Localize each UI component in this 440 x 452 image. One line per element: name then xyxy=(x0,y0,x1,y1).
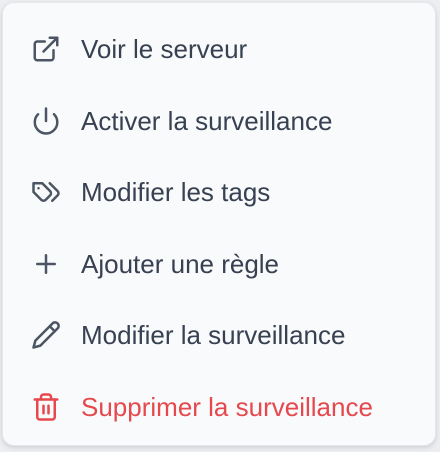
menu-item-add-rule[interactable]: Ajouter une règle xyxy=(3,228,435,300)
menu-item-label: Modifier la surveillance xyxy=(81,320,346,350)
menu-item-label: Voir le serveur xyxy=(81,34,248,64)
menu-item-edit-tags[interactable]: Modifier les tags xyxy=(3,156,435,228)
external-link-icon xyxy=(29,32,63,66)
menu-item-edit-monitoring[interactable]: Modifier la surveillance xyxy=(3,299,435,371)
menu-item-label: Modifier les tags xyxy=(81,177,271,207)
pencil-icon xyxy=(29,318,63,352)
menu-item-view-server[interactable]: Voir le serveur xyxy=(3,13,435,85)
power-icon xyxy=(29,104,63,138)
context-menu: Voir le serveur Activer la surveillance … xyxy=(2,2,436,446)
plus-icon xyxy=(29,247,63,281)
menu-item-label: Ajouter une règle xyxy=(81,249,280,279)
menu-item-delete-monitoring[interactable]: Supprimer la surveillance xyxy=(3,371,435,443)
menu-item-enable-monitoring[interactable]: Activer la surveillance xyxy=(3,85,435,157)
menu-item-label: Supprimer la surveillance xyxy=(81,392,373,422)
menu-item-label: Activer la surveillance xyxy=(81,106,333,136)
trash-icon xyxy=(29,390,63,424)
tag-icon xyxy=(29,175,63,209)
